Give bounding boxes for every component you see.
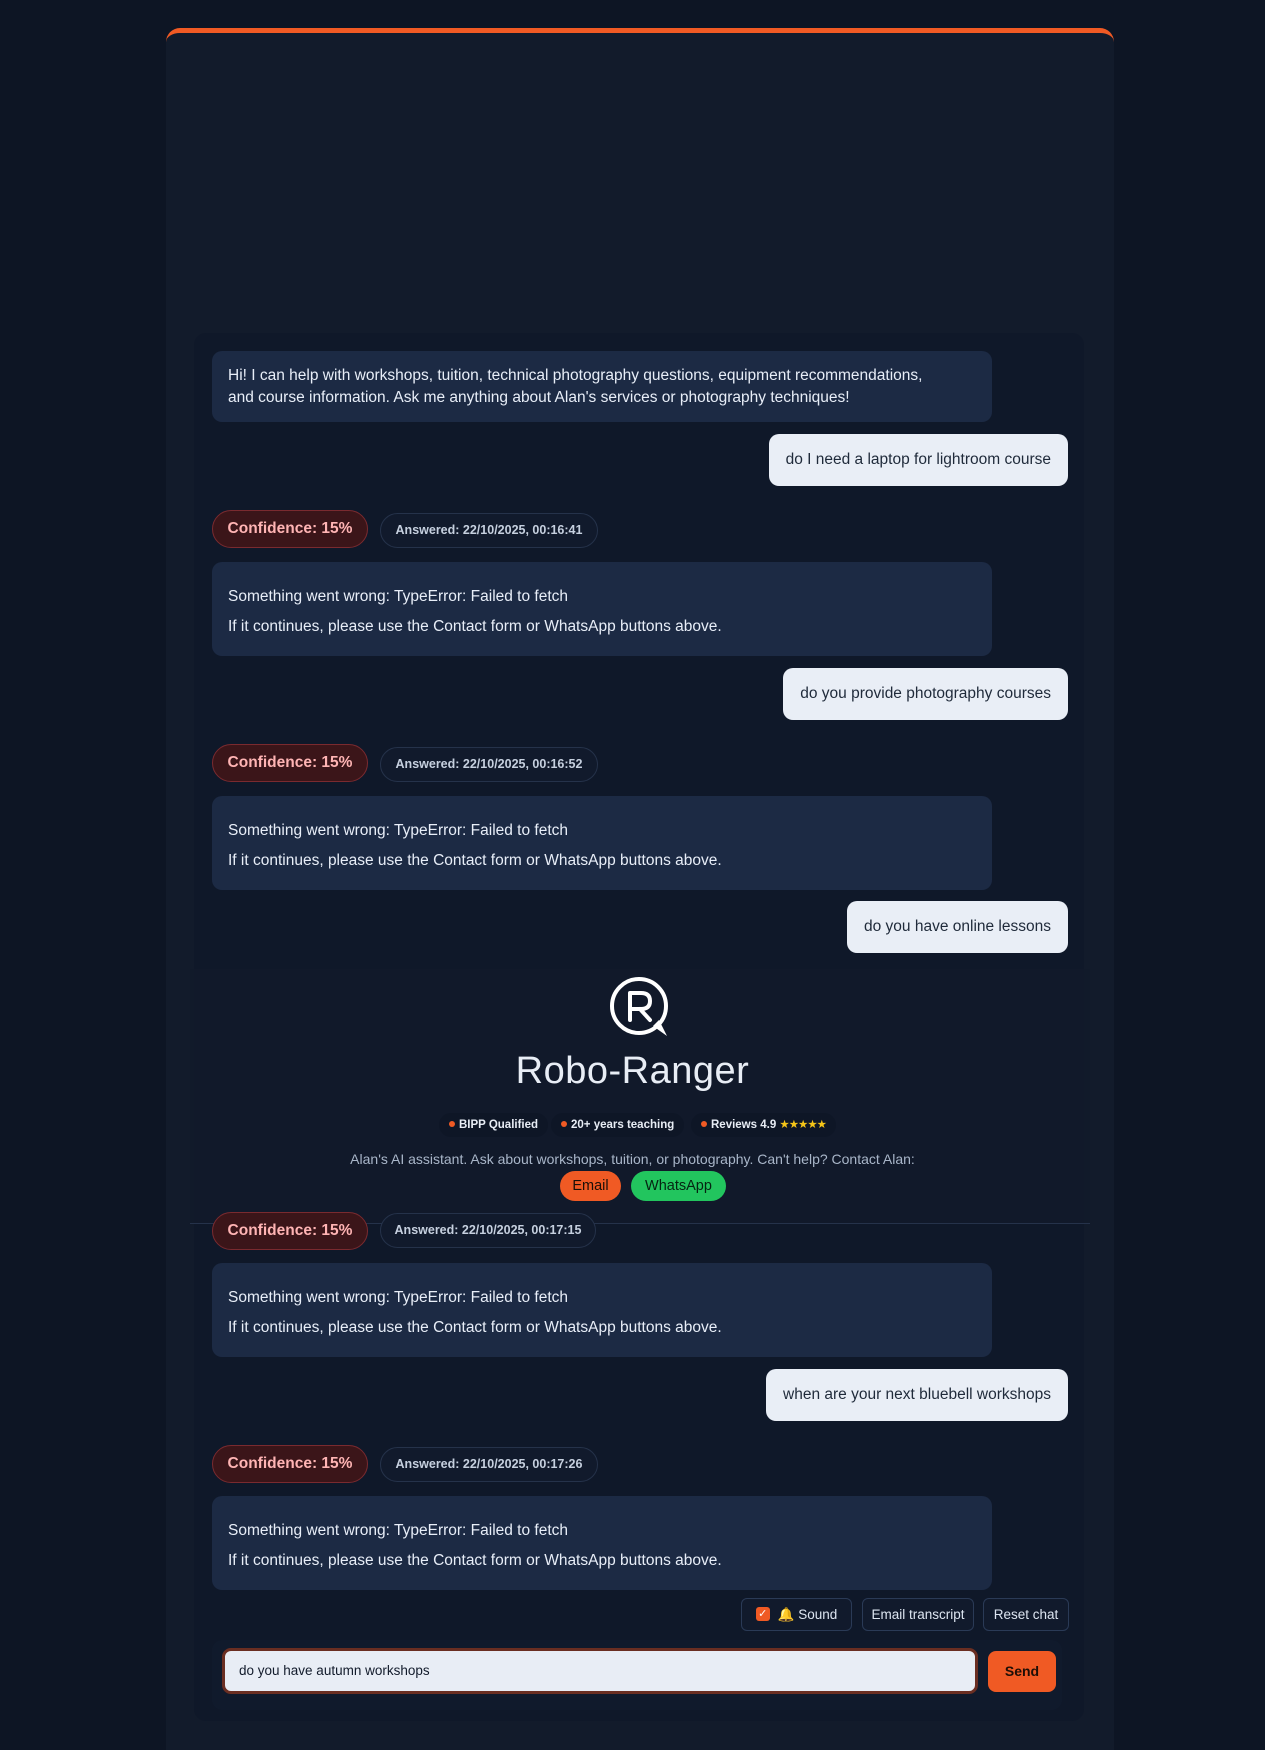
- confidence-badge: Confidence: 15%: [212, 744, 368, 782]
- user-message: do you have online lessons: [847, 901, 1068, 953]
- badge-bipp: BIPP Qualified: [439, 1113, 549, 1137]
- sound-toggle[interactable]: ✓ 🔔 Sound: [741, 1598, 852, 1631]
- error-text: Something went wrong: TypeError: Failed …: [228, 1289, 569, 1306]
- user-message: do I need a laptop for lightroom course: [768, 434, 1068, 486]
- badge-years: 20+ years teaching: [551, 1113, 685, 1137]
- bell-icon: 🔔: [777, 1607, 795, 1622]
- error-hint: If it continues, please use the Contact …: [228, 1319, 722, 1336]
- answered-timestamp: Answered: 22/10/2025, 00:16:41: [380, 513, 598, 548]
- badge-label: Reviews 4.9: [711, 1119, 777, 1131]
- error-hint: If it continues, please use the Contact …: [228, 852, 722, 869]
- brand-title: Robo-Ranger: [515, 1050, 750, 1092]
- badge-label: BIPP Qualified: [459, 1119, 539, 1131]
- user-message: do you provide photography courses: [783, 668, 1068, 720]
- assistant-intro: Alan's AI assistant. Ask about workshops…: [350, 1151, 915, 1167]
- user-message: when are your next bluebell workshops: [766, 1369, 1068, 1421]
- send-button[interactable]: Send: [988, 1651, 1056, 1692]
- answered-timestamp: Answered: 22/10/2025, 00:17:15: [380, 1213, 596, 1248]
- confidence-badge: Confidence: 15%: [212, 1445, 368, 1483]
- bot-error-message: Something went wrong: TypeError: Failed …: [212, 1496, 992, 1590]
- welcome-line-1: Hi! I can help with workshops, tuition, …: [228, 367, 923, 384]
- whatsapp-button[interactable]: WhatsApp: [631, 1171, 726, 1201]
- star-rating-icon: ★★★★★: [779, 1119, 827, 1131]
- robo-ranger-logo-icon: [610, 977, 668, 1036]
- email-transcript-button[interactable]: Email transcript: [862, 1598, 974, 1631]
- error-text: Something went wrong: TypeError: Failed …: [228, 822, 569, 839]
- badge-reviews: Reviews 4.9 ★★★★★: [691, 1113, 836, 1137]
- dot-icon: [449, 1120, 455, 1127]
- email-button[interactable]: Email: [560, 1171, 621, 1201]
- dot-icon: [561, 1120, 567, 1127]
- bot-error-message: Something went wrong: TypeError: Failed …: [212, 562, 992, 656]
- sound-label: Sound: [798, 1607, 838, 1622]
- sound-checkbox[interactable]: ✓: [755, 1607, 770, 1622]
- message-input[interactable]: do you have autumn workshops: [222, 1648, 978, 1694]
- error-text: Something went wrong: TypeError: Failed …: [228, 588, 569, 605]
- confidence-badge: Confidence: 15%: [212, 510, 368, 548]
- error-hint: If it continues, please use the Contact …: [228, 618, 722, 635]
- dot-icon: [701, 1120, 707, 1127]
- reset-chat-button[interactable]: Reset chat: [983, 1598, 1069, 1631]
- answered-timestamp: Answered: 22/10/2025, 00:16:52: [380, 747, 598, 782]
- answered-timestamp: Answered: 22/10/2025, 00:17:26: [380, 1447, 598, 1482]
- confidence-badge: Confidence: 15%: [212, 1212, 368, 1250]
- bot-error-message: Something went wrong: TypeError: Failed …: [212, 1263, 992, 1357]
- bot-error-message: Something went wrong: TypeError: Failed …: [212, 796, 992, 890]
- welcome-line-2: and course information. Ask me anything …: [228, 389, 850, 406]
- error-hint: If it continues, please use the Contact …: [228, 1552, 722, 1569]
- error-text: Something went wrong: TypeError: Failed …: [228, 1522, 569, 1539]
- welcome-message: Hi! I can help with workshops, tuition, …: [212, 351, 992, 422]
- badge-label: 20+ years teaching: [571, 1119, 675, 1131]
